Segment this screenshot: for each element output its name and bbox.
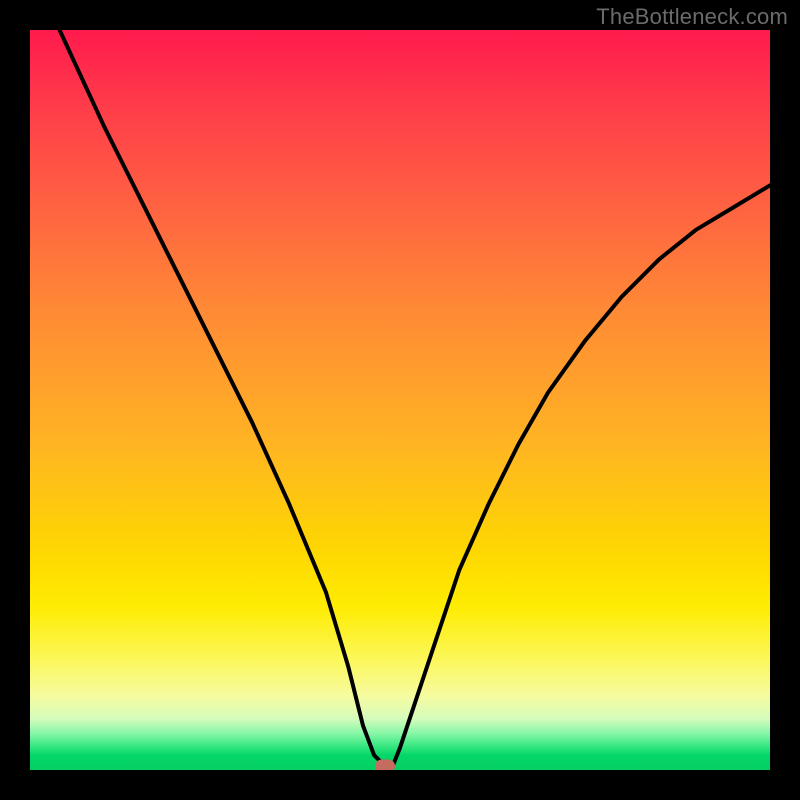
plot-area bbox=[30, 30, 770, 770]
optimum-marker bbox=[375, 760, 395, 770]
chart-frame: TheBottleneck.com bbox=[0, 0, 800, 800]
bottleneck-curve bbox=[30, 30, 770, 770]
watermark-text: TheBottleneck.com bbox=[596, 4, 788, 30]
